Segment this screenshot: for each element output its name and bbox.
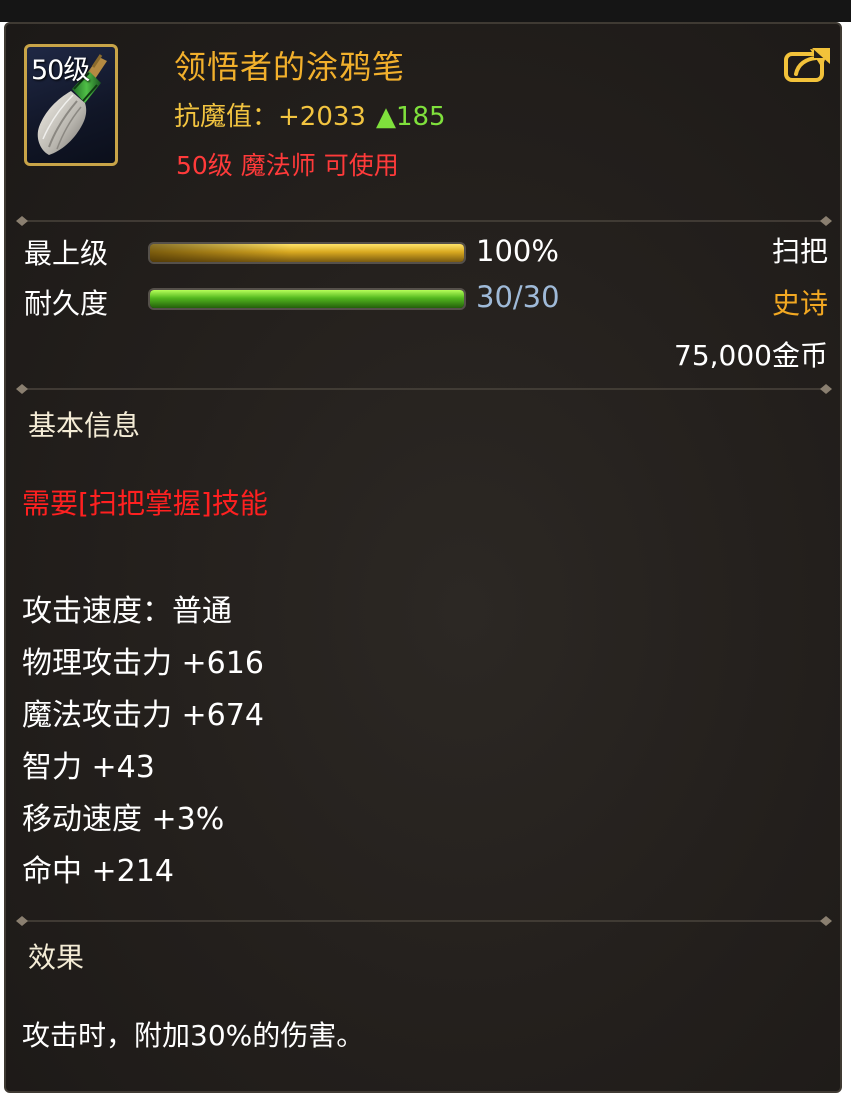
resist-magic-value: +2033 <box>278 102 366 132</box>
effect-title: 效果 <box>28 941 85 974</box>
resist-magic-increase: ▲185 <box>375 102 446 132</box>
effect-description: 攻击时，附加30%的伤害。 <box>22 1019 365 1052</box>
window-top-strip <box>0 0 851 22</box>
upgrade-level-label: 最上级 <box>24 237 109 270</box>
item-type: 扫把 <box>771 235 828 268</box>
attr-attack-speed: 攻击速度：普通 <box>22 594 232 629</box>
attr-physical-attack: 物理攻击力 +616 <box>22 646 264 681</box>
item-tooltip-panel: 50级 领悟者的涂鸦笔 抗魔值：+2033 ▲185 50级 魔法师 可使用 最上… <box>4 22 842 1093</box>
section-divider <box>16 916 832 926</box>
durability-bar <box>148 288 466 310</box>
attr-hit-rate: 命中 +214 <box>22 854 174 889</box>
usage-requirement: 50级 魔法师 可使用 <box>176 151 399 180</box>
upgrade-level-shade <box>150 244 464 262</box>
upgrade-level-value: 100% <box>476 234 559 268</box>
basic-info-title: 基本信息 <box>28 409 141 442</box>
durability-label: 耐久度 <box>24 287 109 320</box>
attr-intelligence: 智力 +43 <box>22 750 155 785</box>
attr-magic-attack: 魔法攻击力 +674 <box>22 698 264 733</box>
item-price: 75,000金币 <box>674 339 828 372</box>
durability-value: 30/30 <box>476 280 560 314</box>
resist-magic-line: 抗魔值：+2033 ▲185 <box>174 96 446 133</box>
attr-move-speed: 移动速度 +3% <box>22 802 225 837</box>
skill-requirement: 需要[扫把掌握]技能 <box>22 487 268 520</box>
share-export-icon[interactable] <box>784 44 832 84</box>
item-rarity: 史诗 <box>771 287 828 320</box>
item-level-badge: 50级 <box>31 55 90 86</box>
item-icon-frame[interactable]: 50级 <box>24 44 118 166</box>
section-divider <box>16 216 832 226</box>
durability-fill <box>150 290 464 308</box>
section-divider <box>16 384 832 394</box>
resist-magic-label: 抗魔值： <box>174 102 279 132</box>
upgrade-level-bar <box>148 242 466 264</box>
item-name: 领悟者的涂鸦笔 <box>174 48 406 86</box>
